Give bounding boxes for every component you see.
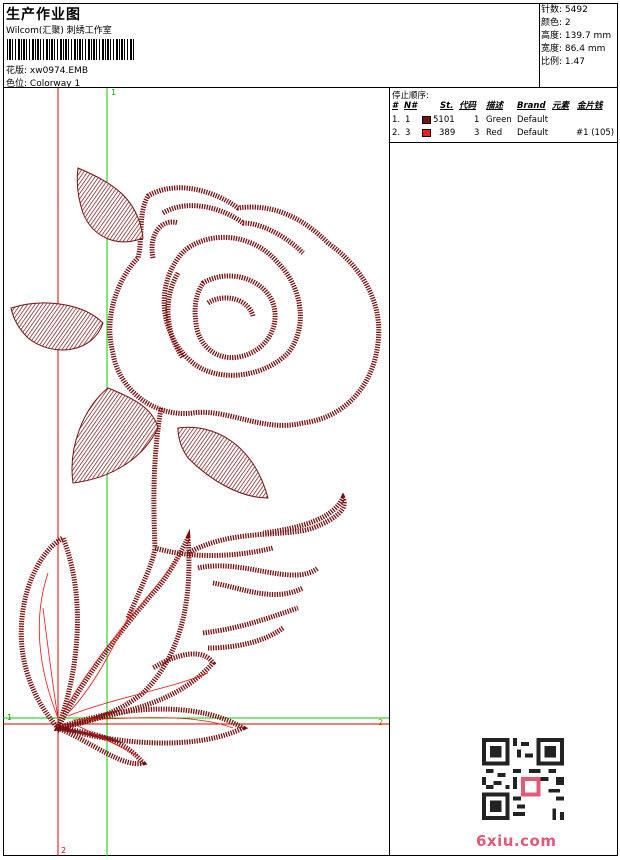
legend-row: 1. 1 5101 1 Green Default (392, 115, 549, 125)
stop-sequence-legend: 停止顺序: # N# St. 代码 描述 Brand 元素 金片钱 1. 1 5… (390, 88, 618, 143)
legend-header: # N# St. 代码 描述 Brand 元素 金片钱 (392, 101, 603, 111)
watermark: 6xiu.com (476, 832, 557, 850)
leaf-left (10, 302, 104, 351)
company-name: Wilcom(汇聚) 刺绣工作室 (6, 26, 112, 36)
leaf-mid-right (177, 426, 269, 499)
axis-label-right: 2 (378, 718, 384, 727)
axis-label-top: 1 (111, 88, 117, 97)
leaf-top-left (76, 167, 144, 243)
color-swatch (422, 129, 431, 137)
stat-colors: 颜色: 2 (541, 18, 571, 28)
stat-width: 宽度: 86.4 mm (541, 44, 606, 54)
rose-embroidery-drawing (3, 88, 389, 856)
stat-height: 高度: 139.7 mm (541, 31, 612, 41)
header: 生产作业图 Wilcom(汇聚) 刺绣工作室 花版: xw0974.EMB 色位… (3, 3, 618, 89)
header-info: 生产作业图 Wilcom(汇聚) 刺绣工作室 花版: xw0974.EMB 色位… (3, 3, 540, 89)
legend-row: 2. 3 389 3 Red Default #1 (105) (392, 128, 615, 138)
qr-code-icon (482, 738, 564, 820)
file-label: 花版: (6, 66, 28, 76)
embroidery-design-area: 1 1 2 2 (3, 88, 390, 856)
design-stats: 针数: 5492 颜色: 2 高度: 139.7 mm 宽度: 86.4 mm … (541, 4, 611, 69)
file-value: xw0974.EMB (29, 66, 88, 76)
barcode (7, 39, 135, 60)
file-name: 花版: xw0974.EMB (6, 63, 88, 76)
stat-scale: 比例: 1.47 (541, 57, 585, 67)
page-title: 生产作业图 (6, 7, 81, 23)
color-swatch (422, 116, 431, 124)
axis-label-left: 1 (7, 713, 13, 722)
stat-stitches: 针数: 5492 (541, 5, 588, 15)
axis-label-bottom: 2 (61, 846, 67, 855)
